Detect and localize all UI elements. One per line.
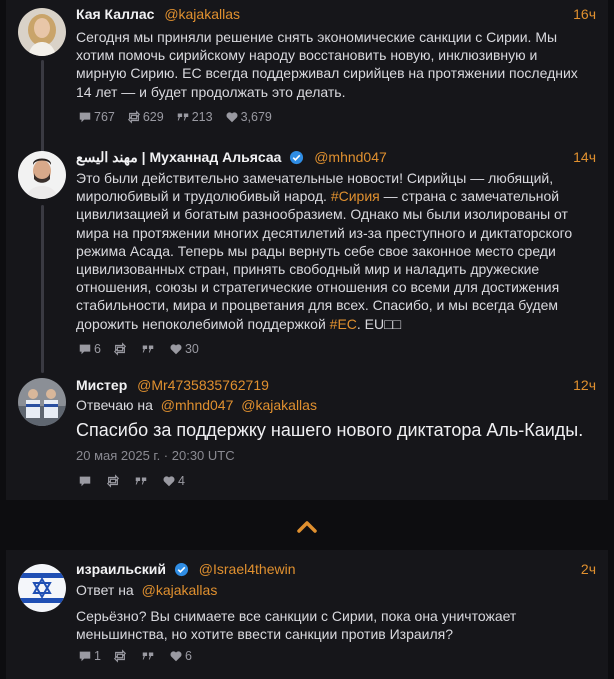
post-time[interactable]: 12ч [573, 377, 596, 393]
author-handle[interactable]: @mhnd047 [314, 149, 387, 165]
quote-button[interactable] [141, 342, 157, 356]
author-name[interactable]: مهند اليسع | Муханнад Альясаа [76, 149, 281, 165]
reply-count: 767 [94, 110, 115, 124]
like-count: 6 [184, 649, 192, 663]
reply-icon [78, 342, 92, 356]
like-button[interactable]: 3,679 [225, 110, 272, 124]
hashtag-link[interactable]: #Сирия [331, 188, 380, 204]
post-kaja-kallas[interactable]: Кая Каллас @kajakallas 16ч Сегодня мы пр… [6, 0, 608, 155]
post-header: Мистер @Mr4735835762719 12ч [76, 377, 596, 397]
post-text: Это были действительно замечательные нов… [76, 169, 590, 333]
quote-icon [141, 649, 155, 663]
heart-icon [162, 474, 176, 488]
like-count: 30 [184, 342, 199, 356]
repost-icon [113, 342, 127, 356]
author-name[interactable]: Кая Каллас [76, 6, 154, 22]
avatar[interactable] [18, 378, 66, 426]
post-stats: 1 6 [78, 648, 204, 664]
repost-count: 629 [142, 110, 164, 124]
post-timestamp[interactable]: 20 мая 2025 г. · 20:30 UTC [76, 448, 235, 463]
like-button[interactable]: 30 [169, 342, 199, 356]
quote-icon [134, 474, 148, 488]
quote-button[interactable] [134, 474, 150, 488]
thread-container: Кая Каллас @kajakallas 16ч Сегодня мы пр… [6, 0, 608, 500]
heart-icon [169, 342, 183, 356]
heart-icon [169, 649, 183, 663]
author-name[interactable]: израильский [76, 561, 166, 577]
post-text: Спасибо за поддержку нашего нового дикта… [76, 420, 584, 440]
verified-icon [289, 150, 304, 165]
reply-label: Ответ на [76, 582, 134, 598]
reply-label: Отвечаю на [76, 397, 153, 413]
post-text: Сегодня мы приняли решение снять экономи… [76, 29, 578, 100]
repost-button[interactable]: 629 [127, 110, 164, 124]
post-stats: 4 [78, 473, 197, 489]
repost-icon [113, 649, 127, 663]
reply-context: Ответ на @kajakallas [76, 582, 217, 598]
avatar[interactable] [18, 151, 66, 199]
thread-connector [41, 205, 44, 373]
verified-icon [174, 562, 189, 577]
post-time[interactable]: 2ч [581, 561, 596, 577]
author-handle[interactable]: @Mr4735835762719 [137, 377, 269, 393]
post-mhnd047[interactable]: مهند اليسع | Муханнад Альясаа @mhnd047 1… [6, 145, 608, 373]
reply-button[interactable]: 6 [78, 342, 101, 356]
reply-icon [78, 110, 92, 124]
quote-count: 213 [191, 110, 213, 124]
like-count: 3,679 [240, 110, 272, 124]
repost-icon [127, 110, 141, 124]
chevron-up-icon [297, 521, 317, 533]
avatar[interactable] [18, 564, 66, 612]
post-mister[interactable]: Мистер @Mr4735835762719 12ч Отвечаю на @… [6, 370, 608, 500]
post-text: Серьёзно? Вы снимаете все санкции с Сири… [76, 608, 517, 643]
reply-button[interactable] [78, 474, 94, 488]
quote-button[interactable]: 213 [176, 110, 213, 124]
reply-button[interactable]: 1 [78, 649, 101, 663]
post-stats: 767 629 213 3,679 [78, 109, 284, 125]
reply-icon [78, 649, 92, 663]
hashtag-link[interactable]: #ЕС [330, 316, 357, 332]
reply-handle[interactable]: @mhnd047 [161, 397, 234, 413]
text-part: — страна с замечательной цивилизацией и … [76, 188, 573, 332]
post-header: مهند اليسع | Муханнад Альясаа @mhnd047 1… [76, 149, 596, 169]
reply-handle[interactable]: @kajakallas [142, 582, 218, 598]
avatar[interactable] [18, 8, 66, 56]
post-time[interactable]: 16ч [573, 6, 596, 22]
heart-icon [225, 110, 239, 124]
post-stats: 6 30 [78, 341, 211, 357]
post-header: израильский @Israel4thewin 2ч [76, 561, 596, 581]
reply-icon [78, 474, 92, 488]
like-count: 4 [178, 474, 185, 488]
repost-icon [106, 474, 120, 488]
post-header: Кая Каллас @kajakallas 16ч [76, 6, 596, 26]
like-button[interactable]: 4 [162, 474, 185, 488]
quote-icon [176, 110, 190, 124]
reply-count: 1 [94, 649, 101, 663]
repost-button[interactable] [106, 474, 122, 488]
quote-icon [141, 342, 155, 356]
author-handle[interactable]: @Israel4thewin [199, 561, 296, 577]
reply-context: Отвечаю на @mhnd047 @kajakallas [76, 397, 317, 413]
author-name[interactable]: Мистер [76, 377, 127, 393]
post-time[interactable]: 14ч [573, 149, 596, 165]
post-israel4thewin[interactable]: израильский @Israel4thewin 2ч Ответ на @… [6, 550, 608, 679]
repost-button[interactable] [113, 342, 129, 356]
collapse-button[interactable] [293, 515, 321, 539]
reply-count: 6 [94, 342, 101, 356]
thread-connector [41, 60, 44, 155]
reply-button[interactable]: 767 [78, 110, 115, 124]
repost-button[interactable] [113, 649, 129, 663]
text-part: . EU□□ [356, 315, 402, 332]
reply-handle[interactable]: @kajakallas [241, 397, 317, 413]
author-handle[interactable]: @kajakallas [164, 6, 240, 22]
quote-button[interactable] [141, 649, 157, 663]
like-button[interactable]: 6 [169, 649, 192, 663]
